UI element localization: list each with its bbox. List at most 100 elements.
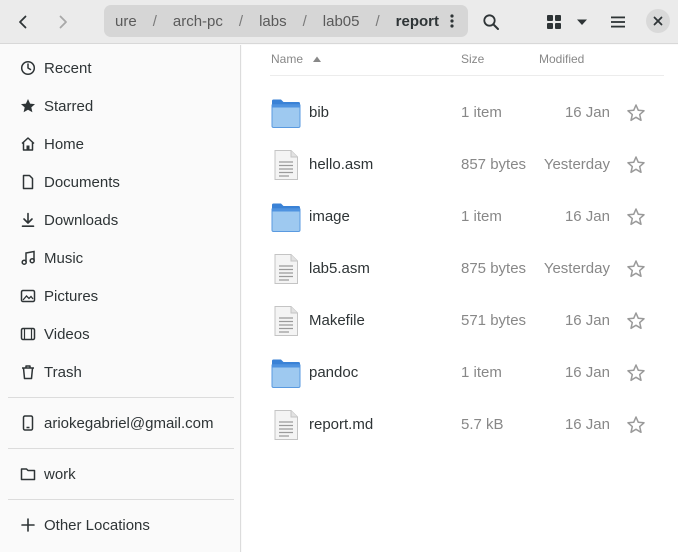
file-modified: 16 Jan bbox=[564, 364, 610, 381]
file-modified: 16 Jan bbox=[564, 208, 610, 225]
file-size: 571 bytes bbox=[461, 312, 527, 329]
music-icon bbox=[18, 250, 38, 266]
sidebar-separator bbox=[8, 397, 234, 398]
path-separator: / bbox=[302, 12, 307, 30]
sidebar: Recent Starred Home Documents Downloads … bbox=[0, 45, 241, 552]
sidebar-item-work[interactable]: work bbox=[0, 455, 240, 493]
path-crumb[interactable]: labs bbox=[257, 13, 289, 30]
sidebar-item-label: Starred bbox=[44, 97, 94, 115]
file-size: 875 bytes bbox=[461, 260, 527, 277]
header-bar: ure / arch-pc / labs / lab05 / report bbox=[0, 0, 678, 44]
star-icon[interactable] bbox=[626, 311, 646, 331]
chevron-right-icon bbox=[59, 15, 67, 29]
sidebar-item-label: Music bbox=[44, 249, 84, 267]
sidebar-item-account[interactable]: ariokegabriel@gmail.com bbox=[0, 404, 240, 442]
hamburger-menu-icon bbox=[611, 16, 625, 28]
sidebar-item-label: Home bbox=[44, 135, 85, 153]
star-icon[interactable] bbox=[626, 207, 646, 227]
sidebar-item-starred[interactable]: Starred bbox=[0, 87, 240, 125]
sidebar-item-downloads[interactable]: Downloads bbox=[0, 201, 240, 239]
grid-view-button[interactable] bbox=[538, 6, 570, 38]
file-name: report.md bbox=[309, 416, 374, 433]
file-list: Name Size Modified bib 1 item 16 Jan hello.… bbox=[242, 45, 678, 552]
file-name: bib bbox=[309, 104, 330, 121]
sidebar-item-label: Videos bbox=[44, 325, 90, 343]
file-row[interactable]: hello.asm 857 bytes Yesterday bbox=[242, 139, 678, 191]
sidebar-item-pictures[interactable]: Pictures bbox=[0, 277, 240, 315]
sidebar-item-home[interactable]: Home bbox=[0, 125, 240, 163]
file-size: 1 item bbox=[461, 208, 502, 225]
sidebar-item-label: Documents bbox=[44, 173, 120, 191]
star-icon[interactable] bbox=[626, 415, 646, 435]
path-separator: / bbox=[375, 12, 380, 30]
path-crumb[interactable]: lab05 bbox=[321, 13, 362, 30]
star-icon[interactable] bbox=[626, 103, 646, 123]
text-file-icon bbox=[271, 305, 301, 337]
trash-icon bbox=[18, 364, 38, 380]
folder-icon bbox=[271, 97, 301, 129]
path-menu-button[interactable] bbox=[440, 9, 464, 33]
sidebar-item-recent[interactable]: Recent bbox=[0, 49, 240, 87]
sidebar-item-other-locations[interactable]: Other Locations bbox=[0, 506, 240, 544]
search-button[interactable] bbox=[475, 6, 507, 38]
plus-icon bbox=[18, 517, 38, 533]
sidebar-separator bbox=[8, 499, 234, 500]
file-row[interactable]: image 1 item 16 Jan bbox=[242, 191, 678, 243]
chevron-left-icon bbox=[19, 15, 27, 29]
file-row[interactable]: bib 1 item 16 Jan bbox=[242, 87, 678, 139]
file-row[interactable]: pandoc 1 item 16 Jan bbox=[242, 347, 678, 399]
file-size: 1 item bbox=[461, 364, 502, 381]
file-size: 857 bytes bbox=[461, 156, 527, 173]
path-crumb[interactable]: ure bbox=[113, 13, 139, 30]
sidebar-item-label: Recent bbox=[44, 59, 92, 77]
video-icon bbox=[18, 326, 38, 342]
view-options-button[interactable] bbox=[567, 6, 597, 38]
file-name: Makefile bbox=[309, 312, 365, 329]
main-menu-button[interactable] bbox=[602, 6, 634, 38]
sidebar-item-trash[interactable]: Trash bbox=[0, 353, 240, 391]
file-name: hello.asm bbox=[309, 156, 374, 173]
sidebar-item-label: Downloads bbox=[44, 211, 119, 229]
sidebar-item-documents[interactable]: Documents bbox=[0, 163, 240, 201]
file-name: pandoc bbox=[309, 364, 359, 381]
file-manager-window: ure / arch-pc / labs / lab05 / report Re… bbox=[0, 0, 678, 552]
sidebar-item-label: Other Locations bbox=[44, 516, 150, 534]
sort-ascending-icon bbox=[313, 56, 322, 62]
home-icon bbox=[18, 136, 38, 152]
column-header-modified[interactable]: Modified bbox=[539, 52, 584, 66]
star-icon[interactable] bbox=[626, 259, 646, 279]
vertical-dots-icon bbox=[450, 14, 454, 28]
picture-icon bbox=[18, 288, 38, 304]
path-crumb[interactable]: arch-pc bbox=[171, 13, 225, 30]
column-header-divider bbox=[270, 75, 664, 76]
file-name: image bbox=[309, 208, 350, 225]
path-bar: ure / arch-pc / labs / lab05 / report bbox=[104, 5, 468, 37]
back-button[interactable] bbox=[7, 6, 39, 38]
path-separator: / bbox=[238, 12, 244, 30]
forward-button[interactable] bbox=[47, 6, 79, 38]
file-row[interactable]: lab5.asm 875 bytes Yesterday bbox=[242, 243, 678, 295]
file-modified: 16 Jan bbox=[564, 312, 610, 329]
clock-icon bbox=[18, 60, 38, 76]
sidebar-item-label: Trash bbox=[44, 363, 82, 381]
phone-icon bbox=[18, 415, 38, 431]
column-header-name[interactable]: Name bbox=[271, 52, 322, 66]
file-row[interactable]: Makefile 571 bytes 16 Jan bbox=[242, 295, 678, 347]
sidebar-item-videos[interactable]: Videos bbox=[0, 315, 240, 353]
file-row[interactable]: report.md 5.7 kB 16 Jan bbox=[242, 399, 678, 451]
sidebar-item-music[interactable]: Music bbox=[0, 239, 240, 277]
star-icon bbox=[18, 98, 38, 114]
folder-icon bbox=[271, 357, 301, 389]
column-header-size[interactable]: Size bbox=[461, 52, 484, 66]
sidebar-separator bbox=[8, 448, 234, 449]
file-modified: Yesterday bbox=[543, 156, 610, 173]
text-file-icon bbox=[271, 149, 301, 181]
file-name: lab5.asm bbox=[309, 260, 370, 277]
close-button[interactable] bbox=[646, 9, 670, 33]
path-crumb-current[interactable]: report bbox=[394, 13, 441, 30]
chevron-down-icon bbox=[577, 19, 587, 25]
star-icon[interactable] bbox=[626, 363, 646, 383]
star-icon[interactable] bbox=[626, 155, 646, 175]
search-icon bbox=[483, 14, 499, 30]
sidebar-item-label: work bbox=[44, 465, 76, 483]
